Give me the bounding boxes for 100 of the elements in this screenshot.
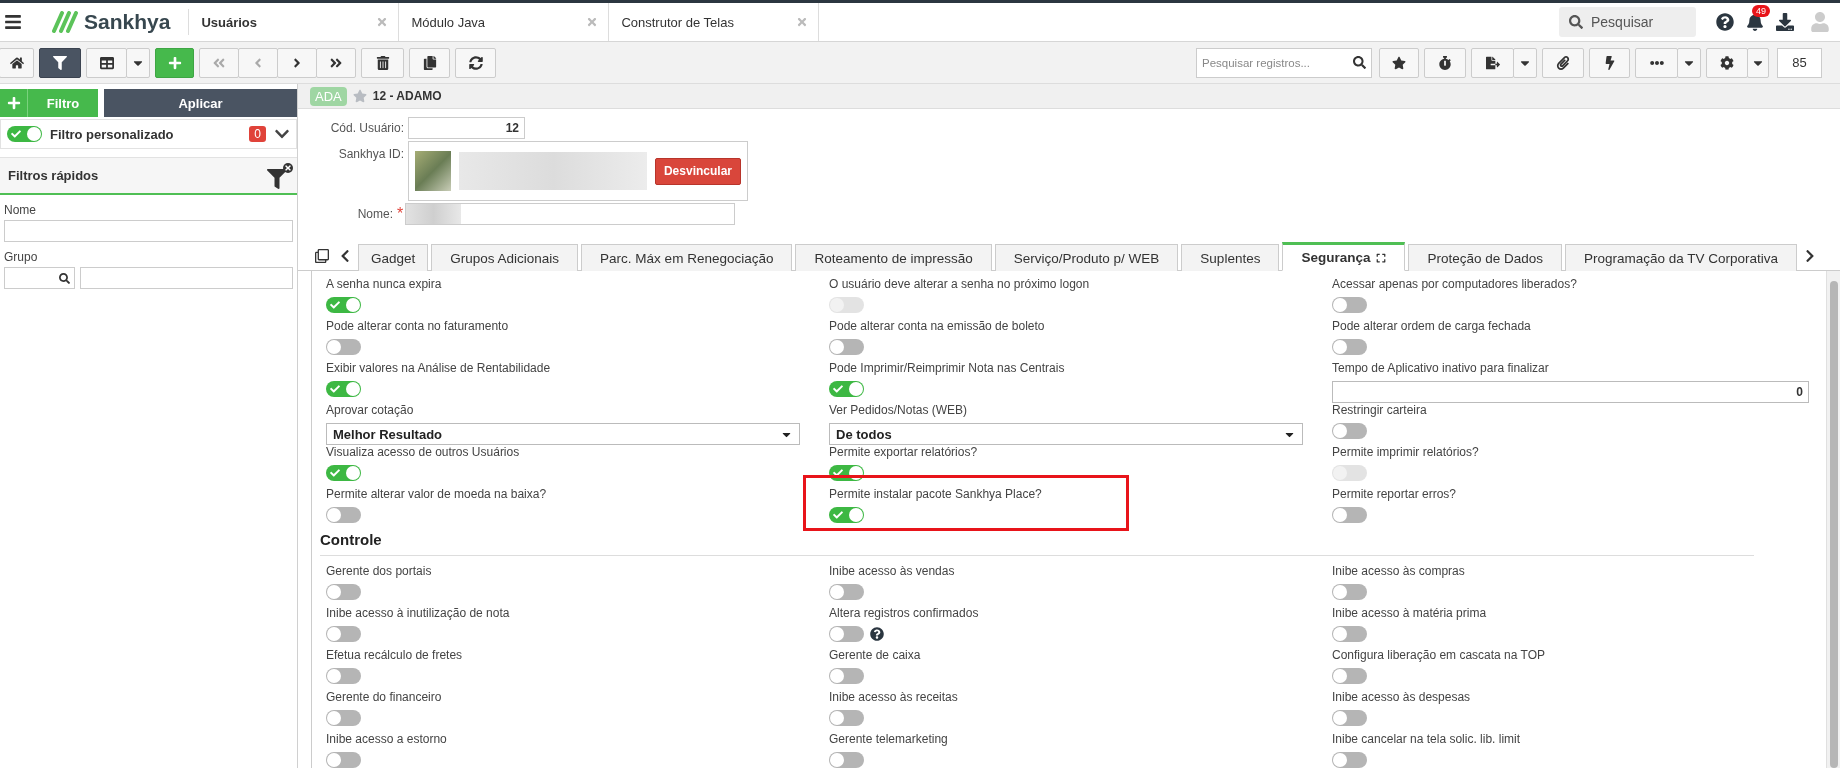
toggle-switch[interactable] <box>326 752 361 768</box>
lookup-field[interactable] <box>4 267 75 289</box>
toggle-switch[interactable] <box>829 668 864 684</box>
logo-icon <box>50 11 80 33</box>
toggle-switch[interactable] <box>326 710 361 726</box>
first-button[interactable] <box>199 47 239 78</box>
help-icon[interactable] <box>870 627 884 641</box>
expand-icon[interactable] <box>1376 252 1387 263</box>
form-tab[interactable]: Gadget <box>358 244 429 271</box>
toggle-switch[interactable] <box>326 584 361 600</box>
help-icon[interactable] <box>1716 13 1734 31</box>
trash-icon <box>375 55 390 70</box>
toggle-switch[interactable] <box>1332 584 1367 600</box>
close-icon[interactable] <box>586 16 599 28</box>
close-icon[interactable] <box>376 16 389 28</box>
stopwatch-button[interactable] <box>1424 47 1466 78</box>
toggle-switch[interactable] <box>829 584 864 600</box>
toggle-switch[interactable] <box>829 381 864 397</box>
toggle-switch[interactable] <box>7 126 42 142</box>
toggle-switch[interactable] <box>1332 668 1367 684</box>
toggle-switch[interactable] <box>829 626 864 642</box>
field-label: Tempo de Aplicativo inativo para finalizar <box>1332 361 1549 376</box>
search-field[interactable]: Pesquisar registros... <box>1196 47 1372 78</box>
field-label: Configura liberação em cascata na TOP <box>1332 648 1545 663</box>
download-icon[interactable] <box>1776 13 1794 31</box>
caret-button[interactable] <box>1677 47 1701 78</box>
unlink-button[interactable]: Desvincular <box>654 157 741 185</box>
field-label: Inibe acesso às compras <box>1332 564 1465 579</box>
dropdown[interactable]: De todos <box>829 423 1303 445</box>
search-field[interactable]: Pesquisar <box>1559 7 1696 37</box>
toggle-switch[interactable] <box>1332 752 1367 768</box>
toggle-switch[interactable] <box>326 297 361 313</box>
toggle-switch[interactable] <box>326 465 361 481</box>
toggle-switch[interactable] <box>326 381 361 397</box>
form-tab[interactable]: Serviço/Produto p/ WEB <box>994 244 1179 271</box>
check-icon <box>330 384 340 394</box>
input-field[interactable] <box>80 267 293 289</box>
attachment-button[interactable] <box>1542 47 1584 78</box>
name-field[interactable] <box>405 203 736 225</box>
number-field[interactable]: 0 <box>1332 381 1809 403</box>
close-icon[interactable] <box>796 16 809 28</box>
form-tab[interactable]: Grupos Adicionais <box>431 244 579 271</box>
check-icon <box>330 300 340 310</box>
form-tab[interactable]: Parc. Máx em Renegociação <box>581 244 793 271</box>
more-button[interactable] <box>1635 47 1678 78</box>
menu-icon[interactable] <box>4 13 22 31</box>
toggle-switch[interactable] <box>1332 423 1367 439</box>
star-button[interactable] <box>1379 47 1419 78</box>
toggle-switch[interactable] <box>829 752 864 768</box>
form-tab[interactable]: Segurança <box>1282 242 1406 271</box>
scrollbar[interactable] <box>1826 271 1840 768</box>
caret-button[interactable] <box>1513 47 1537 78</box>
toggle-switch[interactable] <box>326 507 361 523</box>
home-button[interactable] <box>0 47 34 78</box>
bolt-button[interactable] <box>1589 47 1630 78</box>
dropdown[interactable]: Melhor Resultado <box>326 423 800 445</box>
previous-button[interactable] <box>238 47 278 78</box>
field-label: Permite alterar valor de moeda na baixa? <box>326 487 547 502</box>
toggle-switch[interactable] <box>1332 710 1367 726</box>
form-tab[interactable]: Programação da TV Corporativa <box>1565 244 1798 271</box>
code-field[interactable]: 12 <box>408 117 525 139</box>
paperclip-icon <box>1556 55 1570 70</box>
app-tab[interactable]: Módulo Java <box>399 3 610 41</box>
settings-button[interactable] <box>1706 47 1748 78</box>
toggle-switch[interactable] <box>829 710 864 726</box>
app-tab[interactable]: Construtor de Telas <box>609 3 820 41</box>
page-size-field[interactable]: 85 <box>1777 47 1822 78</box>
toggle-switch[interactable] <box>829 339 864 355</box>
star-icon <box>1392 55 1406 70</box>
last-button[interactable] <box>316 47 356 78</box>
toggle-switch[interactable] <box>326 339 361 355</box>
export-button[interactable] <box>1471 47 1514 78</box>
apply-button[interactable]: Aplicar <box>104 89 297 117</box>
toggle-switch[interactable] <box>829 507 864 523</box>
toggle-switch[interactable] <box>1332 507 1367 523</box>
toggle-switch[interactable] <box>326 668 361 684</box>
caret-button[interactable] <box>126 47 150 78</box>
star-icon[interactable] <box>352 89 367 103</box>
toggle-switch[interactable] <box>1332 339 1367 355</box>
field-label: Efetua recálculo de fretes <box>326 648 463 663</box>
refresh-button[interactable] <box>455 47 496 78</box>
caret-button[interactable] <box>1747 47 1769 78</box>
bell-icon[interactable] <box>1746 13 1764 31</box>
form-tab[interactable]: Roteamento de impressão <box>795 244 992 271</box>
clear-filter-icon[interactable] <box>267 162 293 189</box>
add-button[interactable] <box>155 47 194 78</box>
copy-icon[interactable] <box>315 249 329 263</box>
toggle-switch[interactable] <box>326 626 361 642</box>
input-field[interactable] <box>4 220 293 242</box>
toggle-switch[interactable] <box>1332 297 1367 313</box>
copy-button[interactable] <box>409 47 450 78</box>
notification-count: 49 <box>1752 5 1770 17</box>
form-tab[interactable]: Suplentes <box>1181 244 1280 271</box>
filter-button[interactable] <box>39 47 81 78</box>
avatar-icon[interactable] <box>1810 12 1830 32</box>
form-tab[interactable]: Proteção de Dados <box>1408 244 1562 271</box>
grid-button[interactable] <box>86 47 127 78</box>
field-label: Inibe acesso às vendas <box>829 564 955 579</box>
delete-button[interactable] <box>361 47 404 78</box>
toggle-switch[interactable] <box>1332 626 1367 642</box>
